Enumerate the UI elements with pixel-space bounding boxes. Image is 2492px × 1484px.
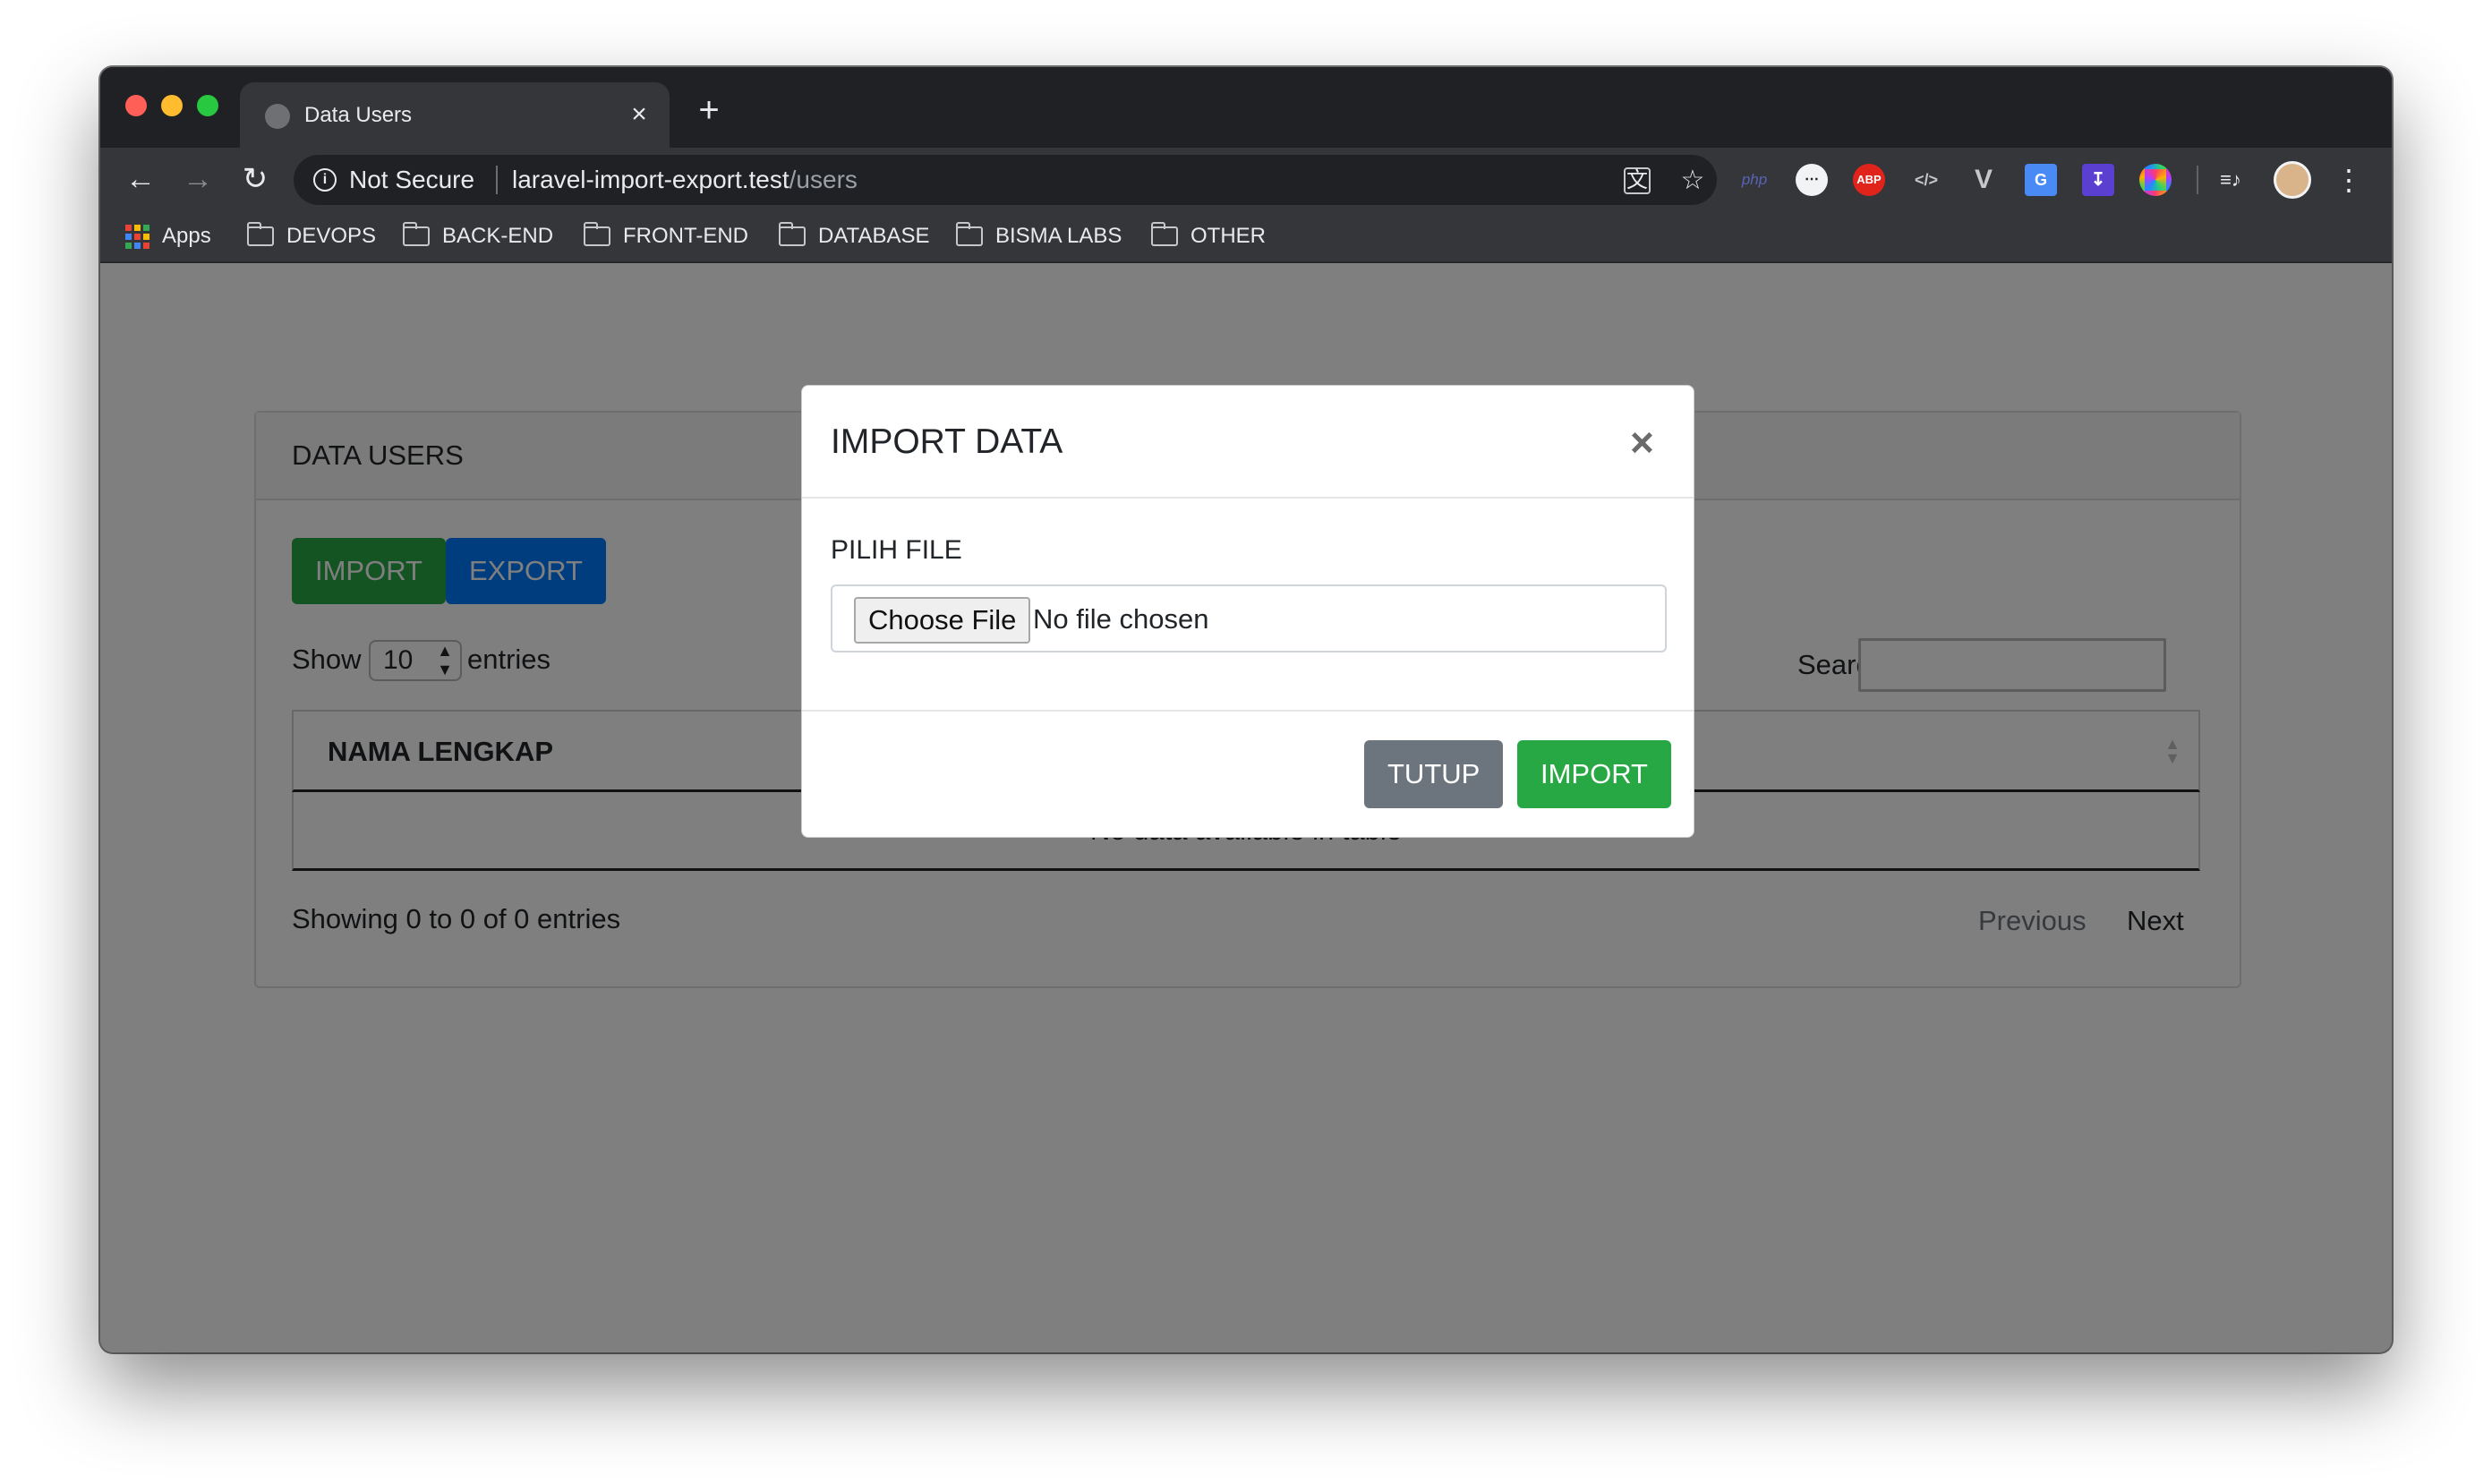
bookmark-label: FRONT-END (623, 224, 748, 248)
browser-window: Data Users × + ← → ↻ i Not Secure larave… (100, 67, 2392, 1352)
forward-button[interactable]: → (177, 158, 218, 200)
url-host: laravel-import-export.test (512, 166, 789, 193)
security-label[interactable]: Not Secure (349, 165, 474, 195)
bookmark-label: DATABASE (818, 224, 930, 248)
new-tab-button[interactable]: + (691, 92, 727, 128)
color-picker-extension-icon[interactable] (2139, 164, 2172, 196)
back-button[interactable]: ← (120, 158, 161, 200)
url-text[interactable]: laravel-import-export.test/users (512, 165, 858, 195)
modal-footer: TUTUP IMPORT (802, 712, 1694, 837)
info-icon[interactable]: i (313, 168, 337, 192)
file-input[interactable]: Choose File No file chosen (831, 584, 1667, 652)
url-separator (496, 166, 498, 194)
globe-icon (265, 104, 290, 129)
import-data-modal: IMPORT DATA × PILIH FILE Choose File No … (801, 385, 1694, 838)
close-window-button[interactable] (125, 95, 147, 116)
choose-file-button[interactable]: Choose File (854, 597, 1031, 644)
folder-icon (779, 222, 806, 246)
file-field-label: PILIH FILE (831, 535, 962, 565)
folder-icon (247, 222, 274, 246)
url-path: /users (789, 166, 858, 193)
bookmark-front-end[interactable]: FRONT-END (584, 221, 748, 252)
minimize-window-button[interactable] (161, 95, 183, 116)
modal-title: IMPORT DATA (831, 422, 1063, 461)
folder-icon (403, 222, 430, 246)
folder-icon (1151, 222, 1178, 246)
bookmark-star-icon[interactable]: ☆ (1677, 166, 1708, 196)
browser-toolbar: ← → ↻ i Not Secure laravel-import-export… (100, 148, 2392, 210)
apps-grid-icon (125, 224, 149, 249)
bookmarks-bar: Apps DEVOPS BACK-END FRONT-END DATABASE … (100, 210, 2392, 262)
tab-data-users[interactable]: Data Users × (240, 82, 670, 148)
profile-avatar[interactable] (2274, 161, 2311, 199)
chrome-menu-icon[interactable]: ⋮ (2333, 164, 2365, 196)
address-bar[interactable]: i Not Secure laravel-import-export.test/… (294, 155, 1717, 205)
reload-button[interactable]: ↻ (235, 158, 276, 200)
close-modal-button[interactable]: TUTUP (1364, 740, 1504, 808)
bookmark-database[interactable]: DATABASE (779, 221, 929, 252)
bookmark-back-end[interactable]: BACK-END (403, 221, 553, 252)
adblock-extension-icon[interactable]: ABP (1853, 164, 1885, 196)
media-control-icon[interactable]: ≡♪ (2215, 164, 2247, 196)
tab-close-icon[interactable]: × (623, 98, 655, 131)
tab-title: Data Users (304, 103, 413, 127)
emoji-extension-icon[interactable]: ⋯ (1796, 164, 1828, 196)
php-extension-icon[interactable]: php (1738, 164, 1771, 196)
bookmark-label: OTHER (1191, 224, 1266, 248)
folder-icon (956, 222, 983, 246)
bookmark-label: BISMA LABS (995, 224, 1122, 248)
bookmark-bisma-labs[interactable]: BISMA LABS (956, 221, 1122, 252)
toolbar-divider (2197, 166, 2198, 194)
translate-icon[interactable]: 文 (1624, 167, 1651, 194)
bookmark-label: Apps (162, 224, 211, 248)
submit-import-button[interactable]: IMPORT (1517, 740, 1671, 808)
title-bar: Data Users × + (100, 67, 2392, 148)
download-extension-icon[interactable]: ↧ (2082, 164, 2114, 196)
modal-body: PILIH FILE Choose File No file chosen (802, 499, 1694, 712)
bookmark-other[interactable]: OTHER (1151, 221, 1266, 252)
folder-icon (584, 222, 610, 246)
google-translate-extension-icon[interactable]: G (2025, 164, 2057, 196)
bookmark-apps[interactable]: Apps (125, 221, 211, 252)
modal-header: IMPORT DATA × (802, 386, 1694, 499)
page-viewport: DATA USERS IMPORT EXPORT Show 10 ▲▼ entr… (100, 263, 2392, 1352)
bookmark-devops[interactable]: DEVOPS (247, 221, 376, 252)
maximize-window-button[interactable] (197, 95, 218, 116)
bookmark-label: DEVOPS (286, 224, 377, 248)
file-status-text: No file chosen (1033, 603, 1209, 635)
vue-extension-icon[interactable]: V (1967, 164, 2000, 196)
close-icon[interactable]: × (1630, 420, 1654, 465)
code-extension-icon[interactable]: </> (1910, 164, 1942, 196)
bookmark-label: BACK-END (442, 224, 554, 248)
